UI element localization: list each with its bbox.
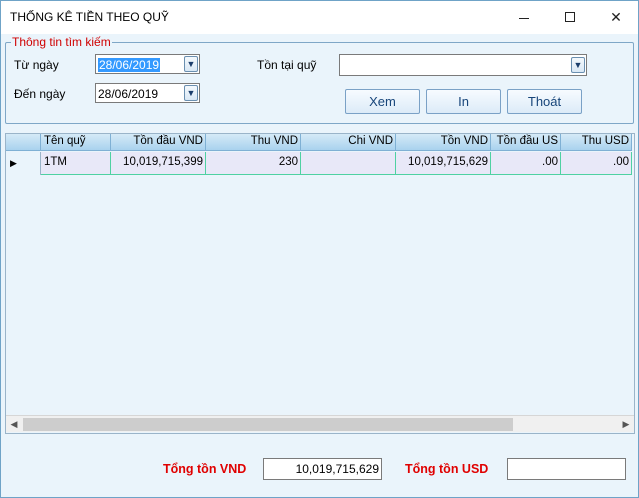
cell-opening-vnd[interactable]: 10,019,715,399 (111, 152, 206, 175)
chevron-down-icon: ▼ (573, 60, 583, 70)
horizontal-scrollbar[interactable]: ◀ ▶ (6, 415, 634, 432)
from-date-dropdown-button[interactable]: ▼ (184, 56, 198, 72)
cell-expense-vnd[interactable] (301, 152, 396, 175)
print-button[interactable]: In (426, 89, 501, 114)
column-header-opening-vnd[interactable]: Tồn đầu VND (111, 134, 206, 151)
row-indicator[interactable]: ▶ (6, 152, 41, 175)
from-date-label: Từ ngày (14, 58, 59, 72)
maximize-icon (565, 12, 575, 22)
fund-label: Tồn tại quỹ (257, 58, 317, 72)
column-header-expense-vnd[interactable]: Chi VND (301, 134, 396, 151)
header-corner (6, 134, 41, 151)
maximize-button[interactable] (547, 1, 593, 33)
cell-balance-vnd[interactable]: 10,019,715,629 (396, 152, 491, 175)
chevron-down-icon: ▼ (186, 59, 196, 69)
from-date-picker[interactable]: 28/06/2019 ▼ (95, 54, 200, 74)
to-date-picker[interactable]: 28/06/2019 ▼ (95, 83, 200, 103)
total-vnd-field[interactable]: 10,019,715,629 (263, 458, 382, 480)
title-bar: THỐNG KÊ TIỀN THEO QUỸ ✕ (1, 1, 638, 34)
column-header-fund-name[interactable]: Tên quỹ (41, 134, 111, 151)
close-button[interactable]: ✕ (593, 1, 639, 33)
total-usd-label: Tổng tồn USD (405, 462, 489, 476)
window-title: THỐNG KÊ TIỀN THEO QUỸ (10, 10, 169, 24)
total-vnd-label: Tổng tồn VND (163, 462, 247, 476)
chevron-left-icon: ◀ (10, 419, 18, 429)
chevron-right-icon: ▶ (622, 419, 630, 429)
column-header-opening-usd[interactable]: Tồn đầu US (491, 134, 561, 151)
total-usd-field[interactable] (507, 458, 626, 480)
minimize-button[interactable] (501, 1, 547, 33)
cell-income-usd[interactable]: .00 (561, 152, 632, 175)
search-legend: Thông tin tìm kiếm (12, 35, 111, 49)
grid-header: Tên quỹ Tồn đầu VND Thu VND Chi VND Tồn … (6, 134, 634, 151)
exit-button[interactable]: Thoát (507, 89, 582, 114)
to-date-dropdown-button[interactable]: ▼ (184, 85, 198, 101)
scroll-thumb[interactable] (23, 418, 513, 431)
fund-dropdown-button[interactable]: ▼ (571, 57, 585, 73)
fund-grid[interactable]: Tên quỹ Tồn đầu VND Thu VND Chi VND Tồn … (5, 133, 635, 434)
column-header-income-usd[interactable]: Thu USD (561, 134, 632, 151)
scroll-right-button[interactable]: ▶ (618, 417, 634, 432)
scroll-left-button[interactable]: ◀ (6, 417, 22, 432)
view-button[interactable]: Xem (345, 89, 420, 114)
fund-select[interactable]: ▼ (339, 54, 587, 76)
close-icon: ✕ (610, 8, 622, 25)
to-date-label: Đến ngày (14, 87, 66, 101)
main-window: THỐNG KÊ TIỀN THEO QUỸ ✕ Thông tin tìm k… (0, 0, 639, 498)
column-header-balance-vnd[interactable]: Tồn VND (396, 134, 491, 151)
cell-income-vnd[interactable]: 230 (206, 152, 301, 175)
chevron-down-icon: ▼ (186, 88, 196, 98)
column-header-income-vnd[interactable]: Thu VND (206, 134, 301, 151)
table-row[interactable]: ▶ 1TM 10,019,715,399 230 10,019,715,629 … (6, 152, 634, 175)
current-row-arrow-icon: ▶ (10, 158, 17, 168)
cell-fund-name[interactable]: 1TM (41, 152, 111, 175)
minimize-icon (519, 17, 529, 19)
to-date-value: 28/06/2019 (98, 87, 159, 101)
from-date-value: 28/06/2019 (98, 58, 161, 72)
cell-opening-usd[interactable]: .00 (491, 152, 561, 175)
